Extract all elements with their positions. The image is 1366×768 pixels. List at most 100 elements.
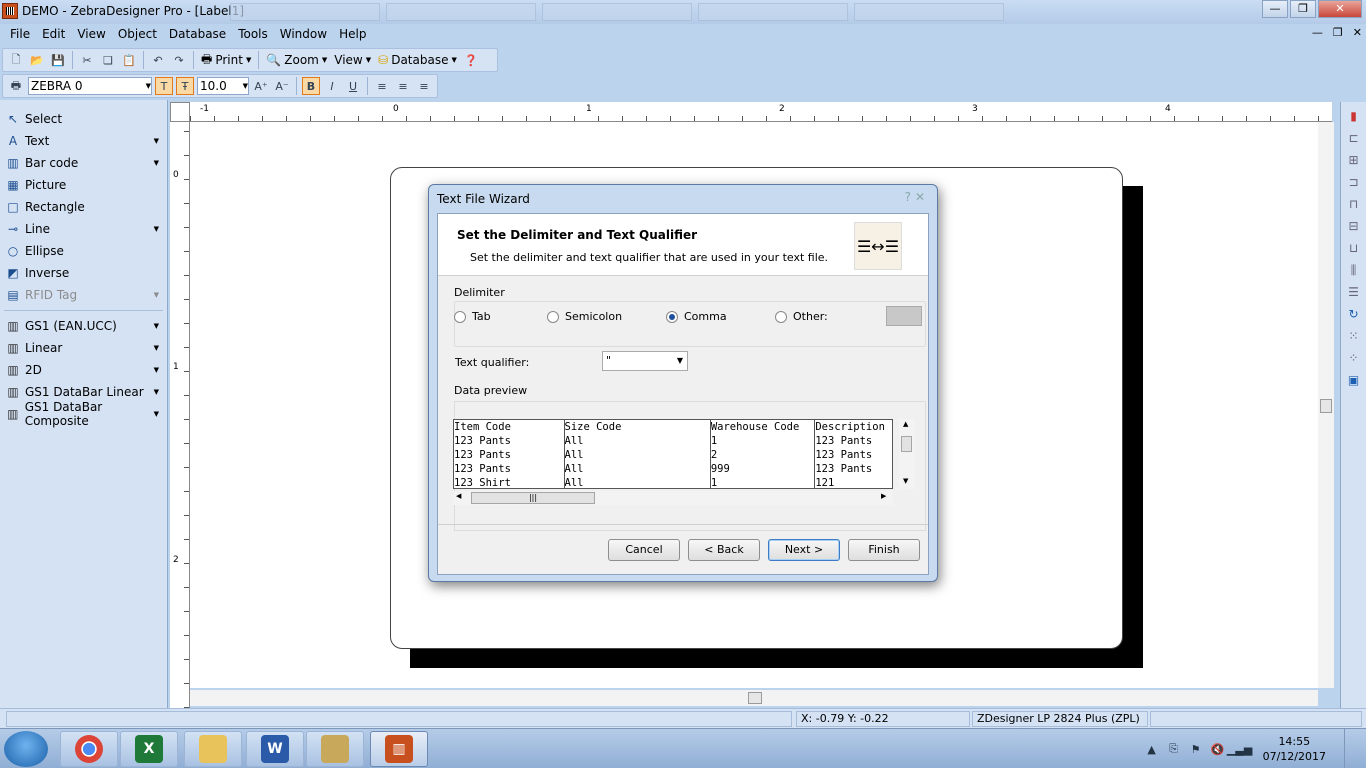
- printer-font-icon[interactable]: T: [155, 77, 173, 95]
- color-pens-icon[interactable]: ▮: [1346, 108, 1362, 124]
- menu-help[interactable]: Help: [333, 24, 372, 46]
- zoom-button[interactable]: 🔍 Zoom ▼: [264, 53, 329, 67]
- scroll-thumb[interactable]: |||: [471, 492, 595, 504]
- new-icon[interactable]: 🗋: [7, 51, 25, 69]
- rotate-icon[interactable]: ↻: [1346, 306, 1362, 322]
- back-button[interactable]: < Back: [688, 539, 760, 561]
- copy-icon[interactable]: ❏: [99, 51, 117, 69]
- chevron-down-icon[interactable]: ▼: [154, 322, 159, 330]
- doc-close-icon[interactable]: ✕: [1353, 26, 1362, 39]
- chevron-down-icon[interactable]: ▼: [154, 410, 159, 418]
- tool-text[interactable]: A Text ▼: [0, 130, 167, 152]
- save-icon[interactable]: 💾: [49, 51, 67, 69]
- show-desktop-button[interactable]: [1344, 729, 1356, 768]
- properties-icon[interactable]: ▣: [1346, 372, 1362, 388]
- delimiter-tab-radio[interactable]: Tab: [454, 310, 491, 323]
- ruler-corner[interactable]: [170, 102, 190, 122]
- doc-restore-icon[interactable]: ❐: [1333, 26, 1343, 39]
- shrink-font-icon[interactable]: A⁻: [273, 77, 291, 95]
- network-signal-icon[interactable]: ▁▃▅: [1227, 742, 1252, 756]
- finish-button[interactable]: Finish: [848, 539, 920, 561]
- chevron-down-icon[interactable]: ▼: [154, 344, 159, 352]
- menu-database[interactable]: Database: [163, 24, 232, 46]
- truetype-font-icon[interactable]: Ŧ: [176, 77, 194, 95]
- scroll-thumb[interactable]: [748, 692, 762, 704]
- open-icon[interactable]: 📂: [28, 51, 46, 69]
- menu-edit[interactable]: Edit: [36, 24, 71, 46]
- barcode-tool-linear[interactable]: ▥ Linear ▼: [0, 337, 167, 359]
- show-hidden-icons-icon[interactable]: ▲: [1145, 742, 1159, 756]
- taskbar-remote-desktop[interactable]: [306, 731, 364, 767]
- taskbar-explorer[interactable]: [184, 731, 242, 767]
- delimiter-comma-radio[interactable]: Comma: [666, 310, 727, 323]
- taskbar-excel[interactable]: X: [120, 731, 178, 767]
- chevron-down-icon[interactable]: ▼: [154, 159, 159, 167]
- scroll-left-icon[interactable]: ◀: [456, 492, 461, 500]
- paste-icon[interactable]: 📋: [120, 51, 138, 69]
- align-right-icon[interactable]: ≡: [415, 77, 433, 95]
- barcode-tool-gs1-ean-ucc-[interactable]: ▥ GS1 (EAN.UCC) ▼: [0, 315, 167, 337]
- preview-horizontal-scrollbar[interactable]: ◀ ||| ▶: [453, 491, 893, 505]
- tool-bar-code[interactable]: ▥ Bar code ▼: [0, 152, 167, 174]
- undo-icon[interactable]: ↶: [149, 51, 167, 69]
- scroll-thumb[interactable]: [901, 436, 912, 452]
- align-middle-icon[interactable]: ⊟: [1346, 218, 1362, 234]
- distribute-horizontal-icon[interactable]: ⫼: [1346, 262, 1362, 278]
- usb-device-icon[interactable]: ⎘: [1167, 742, 1181, 756]
- other-delimiter-input[interactable]: [886, 306, 922, 326]
- align-right-edges-icon[interactable]: ⊐: [1346, 174, 1362, 190]
- print-button[interactable]: 🖶 Print ▼: [199, 50, 253, 71]
- align-centers-icon[interactable]: ⊞: [1346, 152, 1362, 168]
- align-center-icon[interactable]: ≡: [394, 77, 412, 95]
- bold-icon[interactable]: B: [302, 77, 320, 95]
- text-qualifier-select[interactable]: " ▼: [602, 351, 688, 371]
- view-button[interactable]: View ▼: [332, 53, 373, 67]
- underline-icon[interactable]: U: [344, 77, 362, 95]
- volume-muted-icon[interactable]: 🔇: [1211, 742, 1225, 756]
- tool-ellipse[interactable]: ○ Ellipse: [0, 240, 167, 262]
- chevron-down-icon[interactable]: ▼: [154, 291, 159, 299]
- scroll-down-icon[interactable]: ▼: [903, 477, 908, 485]
- redo-icon[interactable]: ↷: [170, 51, 188, 69]
- database-button[interactable]: ⛁ Database ▼: [376, 53, 459, 67]
- chevron-down-icon[interactable]: ▼: [154, 366, 159, 374]
- tool-picture[interactable]: ▦ Picture: [0, 174, 167, 196]
- scroll-right-icon[interactable]: ▶: [881, 492, 886, 500]
- tool-rectangle[interactable]: □ Rectangle: [0, 196, 167, 218]
- scroll-up-icon[interactable]: ▲: [903, 420, 908, 428]
- menu-object[interactable]: Object: [112, 24, 163, 46]
- taskbar-word[interactable]: W: [246, 731, 304, 767]
- italic-icon[interactable]: I: [323, 77, 341, 95]
- help-icon[interactable]: ?: [905, 190, 911, 204]
- close-icon[interactable]: ✕: [915, 190, 925, 204]
- align-top-icon[interactable]: ⊓: [1346, 196, 1362, 212]
- barcode-tool-2d[interactable]: ▥ 2D ▼: [0, 359, 167, 381]
- cut-icon[interactable]: ✂: [78, 51, 96, 69]
- menu-tools[interactable]: Tools: [232, 24, 274, 46]
- group-icon[interactable]: ⁙: [1346, 328, 1362, 344]
- action-center-icon[interactable]: ⚑: [1189, 742, 1203, 756]
- minimize-button[interactable]: —: [1262, 0, 1288, 18]
- scroll-thumb[interactable]: [1320, 399, 1332, 413]
- align-left-icon[interactable]: ≡: [373, 77, 391, 95]
- menu-window[interactable]: Window: [274, 24, 333, 46]
- chevron-down-icon[interactable]: ▼: [154, 388, 159, 396]
- grow-font-icon[interactable]: A⁺: [252, 77, 270, 95]
- start-button[interactable]: [4, 731, 48, 767]
- preview-vertical-scrollbar[interactable]: ▲ ▼: [899, 419, 915, 489]
- ungroup-icon[interactable]: ⁘: [1346, 350, 1362, 366]
- menu-file[interactable]: File: [4, 24, 36, 46]
- delimiter-other-radio[interactable]: Other:: [775, 310, 828, 323]
- next-button[interactable]: Next >: [768, 539, 840, 561]
- printer-select[interactable]: ZEBRA 0 ▼: [28, 77, 152, 95]
- taskbar-chrome[interactable]: [60, 731, 118, 767]
- taskbar-zebradesigner[interactable]: ▥: [370, 731, 428, 767]
- zebradesigner-app-icon[interactable]: [2, 3, 18, 19]
- menu-view[interactable]: View: [71, 24, 111, 46]
- canvas-vertical-scrollbar[interactable]: [1318, 122, 1334, 688]
- cancel-button[interactable]: Cancel: [608, 539, 680, 561]
- delimiter-semicolon-radio[interactable]: Semicolon: [547, 310, 622, 323]
- canvas-horizontal-scrollbar[interactable]: [190, 690, 1318, 706]
- close-button[interactable]: ✕: [1318, 0, 1362, 18]
- tool-line[interactable]: ⊸ Line ▼: [0, 218, 167, 240]
